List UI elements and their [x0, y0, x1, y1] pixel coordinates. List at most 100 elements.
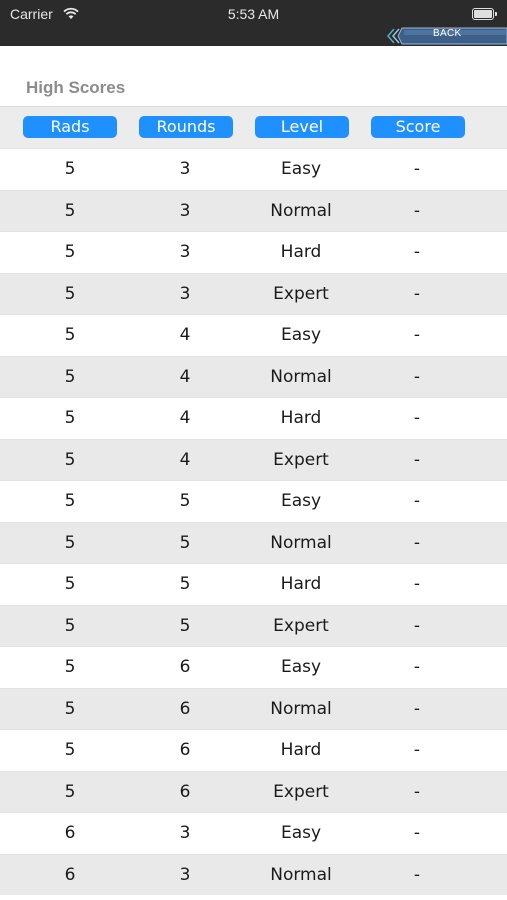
cell-rads: 6 — [64, 823, 76, 843]
cell-rounds: 6 — [179, 781, 191, 802]
cell-score: - — [413, 449, 421, 470]
cell-rads: 5 — [64, 325, 76, 345]
cell-rounds: 5 — [179, 615, 191, 636]
cell-rounds: 3 — [179, 823, 191, 843]
cell-rads: 5 — [64, 200, 76, 221]
column-header-rounds[interactable]: Rounds — [139, 116, 233, 138]
cell-rounds: 6 — [179, 657, 191, 677]
table-row[interactable]: 5 5 Expert - — [0, 604, 507, 646]
cell-rads: 5 — [64, 532, 76, 553]
cell-rounds: 3 — [179, 242, 191, 262]
battery-icon — [472, 8, 497, 20]
cell-rounds: 3 — [179, 864, 191, 885]
cell-level: Normal — [270, 200, 332, 221]
cell-score: - — [413, 615, 421, 636]
table-row[interactable]: 5 5 Easy - — [0, 480, 507, 522]
cell-level: Expert — [273, 283, 329, 304]
chevron-left-icon — [387, 28, 400, 44]
cell-level: Hard — [280, 574, 322, 594]
cell-rads: 5 — [64, 698, 76, 719]
table-row[interactable]: 5 6 Easy - — [0, 646, 507, 688]
cell-rounds: 4 — [179, 449, 191, 470]
cell-level: Normal — [270, 366, 332, 387]
cell-score: - — [413, 864, 421, 885]
cell-score: - — [413, 574, 421, 594]
cell-level: Hard — [280, 242, 322, 262]
cell-rounds: 3 — [179, 159, 191, 179]
table-row[interactable]: 5 6 Expert - — [0, 770, 507, 812]
page-title: High Scores — [26, 78, 126, 97]
cell-score: - — [413, 698, 421, 719]
cell-level: Normal — [270, 532, 332, 553]
cell-rads: 5 — [64, 740, 76, 760]
cell-score: - — [413, 823, 421, 843]
cell-score: - — [413, 283, 421, 304]
cell-rounds: 4 — [179, 408, 191, 428]
cell-level: Expert — [273, 449, 329, 470]
cell-rads: 5 — [64, 242, 76, 262]
cell-rads: 5 — [64, 781, 76, 802]
cell-rounds: 3 — [179, 200, 191, 221]
cell-level: Normal — [270, 698, 332, 719]
cell-rads: 5 — [64, 574, 76, 594]
cell-rads: 5 — [64, 159, 76, 179]
cell-level: Expert — [273, 615, 329, 636]
cell-rads: 5 — [64, 657, 76, 677]
cell-rads: 5 — [64, 408, 76, 428]
cell-rounds: 5 — [179, 491, 191, 511]
column-header-rads[interactable]: Rads — [23, 116, 117, 138]
table-row[interactable]: 5 4 Easy - — [0, 314, 507, 356]
table-row[interactable]: 6 3 Normal - — [0, 853, 507, 895]
table-row[interactable]: 5 6 Hard - — [0, 729, 507, 771]
cell-rounds: 6 — [179, 698, 191, 719]
table-row[interactable]: 6 3 Easy - — [0, 812, 507, 854]
cell-score: - — [413, 532, 421, 553]
cell-rounds: 6 — [179, 740, 191, 760]
cell-level: Expert — [273, 781, 329, 802]
table-row[interactable]: 5 4 Normal - — [0, 355, 507, 397]
table-row[interactable]: 5 5 Hard - — [0, 563, 507, 605]
cell-score: - — [413, 325, 421, 345]
table-row[interactable]: 5 4 Hard - — [0, 397, 507, 439]
table-row[interactable]: 5 3 Easy - — [0, 148, 507, 190]
cell-score: - — [413, 491, 421, 511]
cell-rounds: 3 — [179, 283, 191, 304]
cell-level: Easy — [280, 657, 322, 677]
cell-rads: 6 — [64, 864, 76, 885]
table-row[interactable]: 5 5 Normal - — [0, 521, 507, 563]
cell-rounds: 5 — [179, 532, 191, 553]
cell-level: Easy — [280, 325, 322, 345]
back-button-label[interactable]: BACK — [433, 28, 461, 39]
cell-level: Easy — [280, 823, 322, 843]
cell-level: Hard — [280, 740, 322, 760]
cell-level: Easy — [280, 159, 322, 179]
cell-score: - — [413, 200, 421, 221]
cell-score: - — [413, 740, 421, 760]
scores-table: 5 3 Easy -5 3 Normal -5 3 Hard -5 3 Expert -5 4 Easy -5… — [0, 148, 507, 895]
cell-level: Easy — [280, 491, 322, 511]
cell-score: - — [413, 657, 421, 677]
column-header-score[interactable]: Score — [371, 116, 465, 138]
cell-rads: 5 — [64, 283, 76, 304]
table-row[interactable]: 5 4 Expert - — [0, 438, 507, 480]
cell-score: - — [413, 242, 421, 262]
cell-rads: 5 — [64, 366, 76, 387]
cell-rounds: 4 — [179, 366, 191, 387]
status-time: 5:53 AM — [227, 6, 280, 22]
cell-level: Normal — [270, 864, 332, 885]
cell-score: - — [413, 366, 421, 387]
table-row[interactable]: 5 3 Hard - — [0, 231, 507, 273]
column-header-level[interactable]: Level — [255, 116, 349, 138]
table-row[interactable]: 5 6 Normal - — [0, 687, 507, 729]
cell-score: - — [413, 781, 421, 802]
table-row[interactable]: 5 3 Expert - — [0, 272, 507, 314]
cell-rads: 5 — [64, 449, 76, 470]
cell-level: Hard — [280, 408, 322, 428]
cell-rounds: 4 — [179, 325, 191, 345]
cell-rads: 5 — [64, 615, 76, 636]
cell-score: - — [413, 408, 421, 428]
cell-rounds: 5 — [179, 574, 191, 594]
table-row[interactable]: 5 3 Normal - — [0, 189, 507, 231]
cell-score: - — [413, 159, 421, 179]
cell-rads: 5 — [64, 491, 76, 511]
